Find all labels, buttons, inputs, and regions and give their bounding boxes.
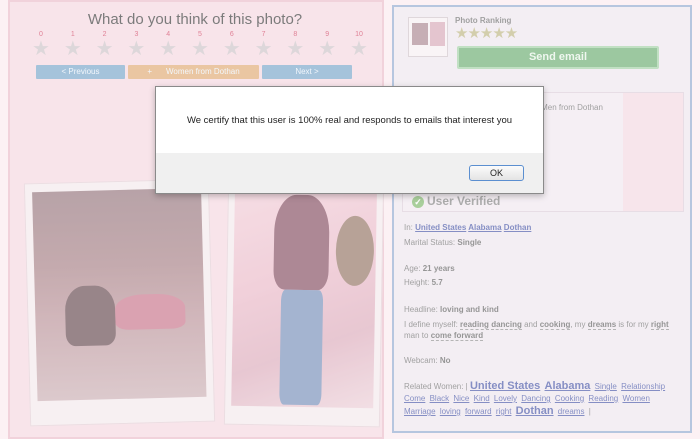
dialog-message: We certify that this user is 100% real a… <box>186 115 513 126</box>
modal-overlay <box>0 0 700 439</box>
dialog-body: We certify that this user is 100% real a… <box>156 87 543 153</box>
ok-button[interactable]: OK <box>469 165 524 181</box>
alert-dialog: We certify that this user is 100% real a… <box>155 86 544 194</box>
